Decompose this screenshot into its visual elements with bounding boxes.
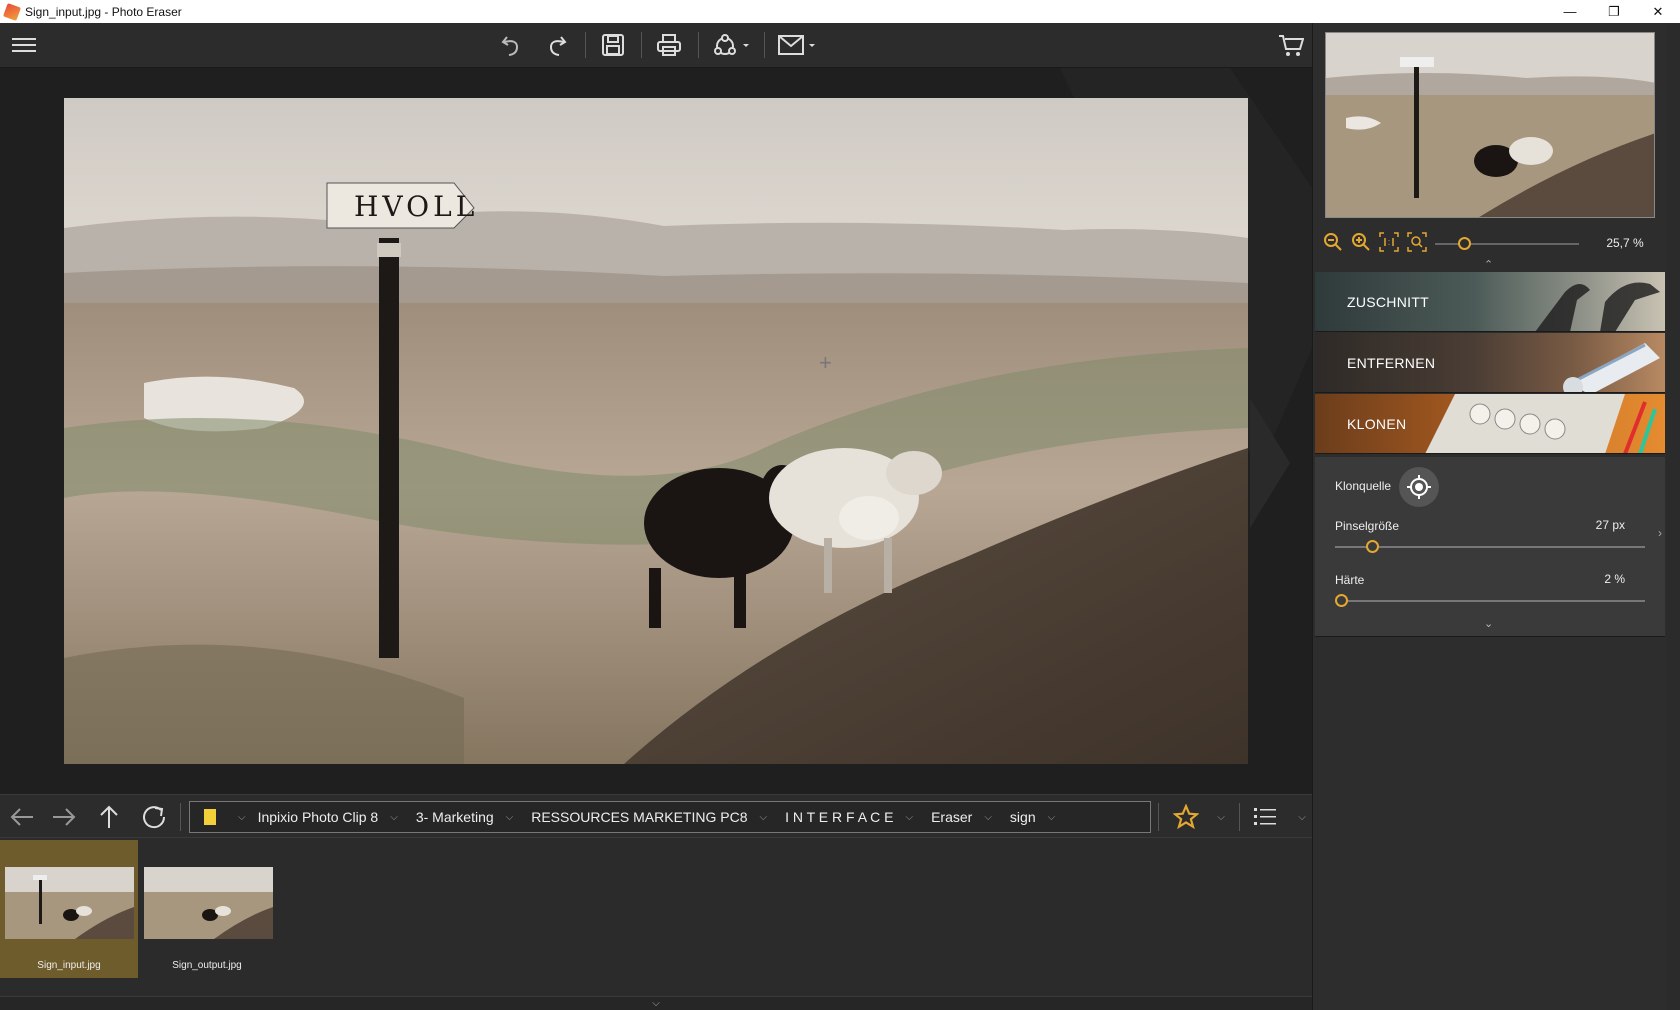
- back-arrow-icon[interactable]: [6, 801, 38, 833]
- breadcrumb-item[interactable]: Inpixio Photo Clip 8 ⌵: [246, 809, 404, 825]
- thumbnail-label: Sign_output.jpg: [172, 960, 242, 971]
- breadcrumb-item[interactable]: RESSOURCES MARKETING PC8 ⌵: [519, 809, 773, 825]
- brush-size-slider[interactable]: [1335, 540, 1645, 553]
- hardness-handle[interactable]: [1335, 594, 1349, 607]
- chevron-down-icon: ⌵: [390, 811, 398, 823]
- actual-size-icon[interactable]: [1377, 230, 1401, 254]
- chevron-down-icon: ⌵: [505, 811, 514, 823]
- clone-source-label: Klonquelle: [1335, 479, 1392, 493]
- chevron-right-icon[interactable]: ›: [1654, 513, 1666, 553]
- chevron-down-icon: ⌵: [984, 811, 992, 823]
- fit-to-screen-icon[interactable]: [1405, 230, 1429, 254]
- export-icon[interactable]: [776, 29, 818, 61]
- thumbnail-item[interactable]: Sign_output.jpg: [138, 840, 276, 978]
- chevron-down-icon[interactable]: ⌵: [1205, 801, 1237, 833]
- cart-icon[interactable]: [1275, 29, 1307, 61]
- zoom-bar: 25,7 %: [1313, 228, 1667, 258]
- zoom-out-icon[interactable]: [1321, 230, 1345, 254]
- svg-text:+: +: [819, 350, 832, 375]
- breadcrumb-item[interactable]: 3- Marketing ⌵: [404, 809, 519, 825]
- brush-size-handle[interactable]: [1366, 540, 1380, 553]
- clone-settings: Klonquelle Pinselgröße 27 px Härte 2 % ⌄: [1315, 457, 1665, 637]
- right-panel: 25,7 % ⌃ ZUSCHNITT ENTFERNEN KLONEN Klon…: [1312, 23, 1666, 1010]
- zoom-value: 25,7 %: [1606, 236, 1644, 250]
- menu-icon[interactable]: [8, 29, 40, 61]
- print-icon[interactable]: [653, 29, 685, 61]
- refresh-icon[interactable]: [138, 801, 170, 833]
- chevron-down-icon[interactable]: ⌵: [238, 812, 246, 823]
- filmstrip-toggle[interactable]: ⌵: [0, 996, 1312, 1010]
- breadcrumb-item[interactable]: Eraser ⌵: [919, 809, 998, 825]
- brush-size-label: Pinselgröße: [1335, 519, 1400, 533]
- navigator-preview[interactable]: [1325, 32, 1655, 218]
- star-icon[interactable]: [1170, 801, 1202, 833]
- up-arrow-icon[interactable]: [93, 801, 125, 833]
- zoom-in-icon[interactable]: [1349, 230, 1373, 254]
- chevron-down-icon[interactable]: ⌄: [1484, 617, 1493, 630]
- thumbnail-item[interactable]: Sign_input.jpg: [0, 840, 138, 978]
- chevron-down-icon: ⌵: [1047, 811, 1056, 823]
- undo-icon[interactable]: [496, 29, 528, 61]
- clone-source-button[interactable]: [1399, 467, 1439, 507]
- close-icon[interactable]: ✕: [1636, 0, 1680, 23]
- folder-icon: [204, 809, 216, 825]
- breadcrumb-item[interactable]: I N T E R F A C E ⌵: [773, 809, 919, 825]
- window-title: Sign_input.jpg - Photo Eraser: [25, 4, 182, 19]
- section-remove[interactable]: ENTFERNEN: [1315, 333, 1665, 393]
- app-logo-icon: [3, 2, 21, 21]
- save-icon[interactable]: [597, 29, 629, 61]
- thumbnail-label: Sign_input.jpg: [37, 960, 101, 971]
- hardness-label: Härte: [1335, 573, 1365, 587]
- hardness-value: 2 %: [1604, 572, 1625, 586]
- image-workspace[interactable]: HVOLL +: [0, 68, 1312, 794]
- chevron-down-icon: ⌵: [905, 811, 914, 823]
- breadcrumb[interactable]: ⌵ Inpixio Photo Clip 8 ⌵ 3- Marketing ⌵ RE…: [189, 801, 1151, 833]
- chevron-down-icon: ⌵: [759, 811, 768, 823]
- edited-photo[interactable]: HVOLL +: [64, 98, 1248, 764]
- thumbnail-image: [144, 867, 273, 939]
- share-icon[interactable]: [710, 29, 752, 61]
- zoom-slider[interactable]: [1435, 237, 1579, 250]
- chevron-down-icon[interactable]: ⌵: [652, 998, 660, 1009]
- main-toolbar: [0, 23, 1312, 68]
- breadcrumb-item[interactable]: sign ⌵: [998, 809, 1061, 825]
- section-clone[interactable]: KLONEN: [1315, 394, 1665, 454]
- app-window: Sign_input.jpg - Photo Eraser — ❐ ✕ HVOL…: [0, 0, 1680, 1010]
- section-crop[interactable]: ZUSCHNITT: [1315, 272, 1665, 332]
- redo-icon[interactable]: [540, 29, 572, 61]
- chevron-up-icon[interactable]: ⌃: [1484, 258, 1493, 271]
- list-view-icon[interactable]: [1250, 801, 1282, 833]
- section-label: KLONEN: [1347, 416, 1407, 432]
- minimize-icon[interactable]: —: [1548, 0, 1592, 23]
- title-bar: Sign_input.jpg - Photo Eraser — ❐ ✕: [0, 0, 1680, 23]
- section-label: ZUSCHNITT: [1347, 294, 1430, 310]
- target-icon: [1407, 475, 1431, 499]
- thumbnail-image: [5, 867, 134, 939]
- forward-arrow-icon[interactable]: [48, 801, 80, 833]
- hardness-slider[interactable]: [1335, 594, 1645, 607]
- navigation-bar: ⌵ Inpixio Photo Clip 8 ⌵ 3- Marketing ⌵ RE…: [0, 794, 1312, 838]
- brush-size-value: 27 px: [1595, 518, 1625, 532]
- film-strip: Sign_input.jpg Sign_output.jpg: [0, 838, 1312, 996]
- section-label: ENTFERNEN: [1347, 355, 1436, 371]
- restore-icon[interactable]: ❐: [1592, 0, 1636, 23]
- sign-text: HVOLL: [354, 190, 478, 223]
- zoom-slider-handle[interactable]: [1457, 237, 1471, 250]
